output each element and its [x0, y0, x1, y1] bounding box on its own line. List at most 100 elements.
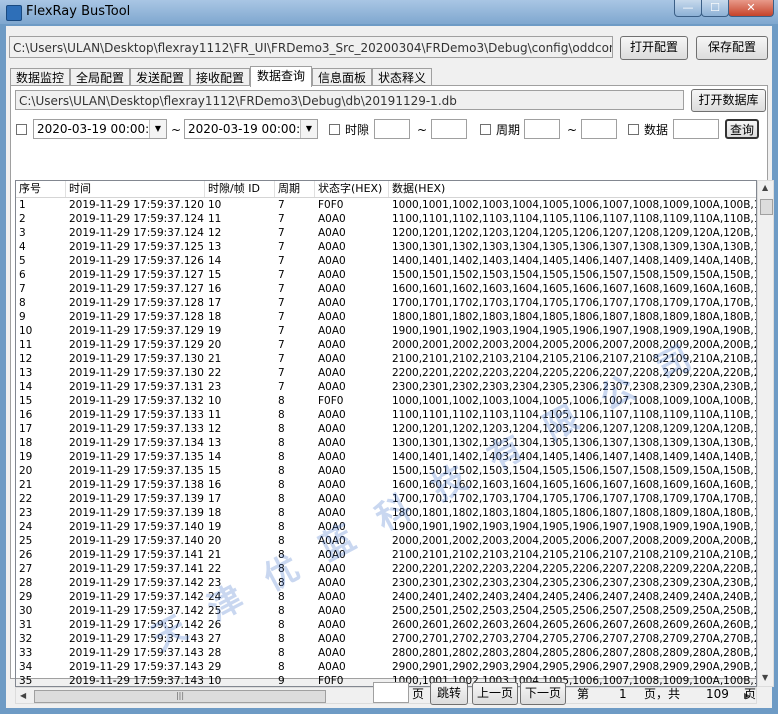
cell-slot-frame-id: 23 — [208, 577, 222, 589]
chevron-down-icon[interactable]: ▼ — [300, 120, 317, 138]
title-bar[interactable]: FlexRay BusTool — ☐ ✕ — [0, 0, 778, 24]
table-row[interactable]: 15 2019-11-29 17:59:37.132 10 8 F0F0 1000,100… — [16, 394, 756, 408]
cell-slot-frame-id: 10 — [208, 199, 222, 211]
column-header-cycle[interactable]: 周期 — [275, 181, 315, 197]
tab-send-config[interactable]: 发送配置 — [130, 68, 190, 86]
chevron-down-icon[interactable]: ▼ — [149, 120, 166, 138]
tab-info-panel[interactable]: 信息面板 — [312, 68, 372, 86]
cell-cycle: 8 — [278, 577, 285, 589]
table-row[interactable]: 25 2019-11-29 17:59:37.140 20 8 A0A0 2000,200… — [16, 534, 756, 548]
table-row[interactable]: 12 2019-11-29 17:59:37.130 21 7 A0A0 2100,210… — [16, 352, 756, 366]
arrow-left-icon[interactable]: ◀ — [20, 691, 26, 700]
table-row[interactable]: 24 2019-11-29 17:59:37.140 19 8 A0A0 1900,190… — [16, 520, 756, 534]
cell-status-word: A0A0 — [318, 549, 346, 561]
table-row[interactable]: 32 2019-11-29 17:59:37.143 27 8 A0A0 2700,270… — [16, 632, 756, 646]
cell-cycle: 8 — [278, 647, 285, 659]
start-time-picker[interactable]: 2020-03-19 00:00:00 ▼ — [33, 119, 167, 139]
table-row[interactable]: 16 2019-11-29 17:59:37.133 11 8 A0A0 1100,110… — [16, 408, 756, 422]
cell-data: 1300,1301,1302,1303,1304,1305,1306,1307,… — [392, 241, 757, 253]
table-row[interactable]: 13 2019-11-29 17:59:37.130 22 7 A0A0 2200,220… — [16, 366, 756, 380]
table-row[interactable]: 20 2019-11-29 17:59:37.135 15 8 A0A0 1500,150… — [16, 464, 756, 478]
slot-filter-checkbox[interactable] — [329, 124, 340, 135]
data-value-input[interactable] — [673, 119, 719, 139]
save-config-button[interactable]: 保存配置 — [696, 36, 768, 60]
table-row[interactable]: 33 2019-11-29 17:59:37.143 28 8 A0A0 2800,280… — [16, 646, 756, 660]
table-row[interactable]: 6 2019-11-29 17:59:37.127 15 7 A0A0 1500,1501… — [16, 268, 756, 282]
cell-index: 19 — [19, 451, 33, 463]
table-row[interactable]: 10 2019-11-29 17:59:37.129 19 7 A0A0 1900,190… — [16, 324, 756, 338]
cell-data: 2000,2001,2002,2003,2004,2005,2006,2007,… — [392, 339, 757, 351]
cell-data: 1400,1401,1402,1403,1404,1405,1406,1407,… — [392, 451, 757, 463]
vertical-scrollbar[interactable]: ▲ ▼ — [757, 180, 774, 687]
next-page-button[interactable]: 下一页 — [520, 682, 566, 705]
time-filter-checkbox[interactable] — [16, 124, 27, 135]
cell-time: 2019-11-29 17:59:37.129 — [69, 325, 204, 337]
table-row[interactable]: 1 2019-11-29 17:59:37.120 10 7 F0F0 1000,1001… — [16, 198, 756, 212]
cell-slot-frame-id: 10 — [208, 395, 222, 407]
table-row[interactable]: 3 2019-11-29 17:59:37.124 12 7 A0A0 1200,1201… — [16, 226, 756, 240]
table-row[interactable]: 17 2019-11-29 17:59:37.133 12 8 A0A0 1200,120… — [16, 422, 756, 436]
table-row[interactable]: 4 2019-11-29 17:59:37.125 13 7 A0A0 1300,1301… — [16, 240, 757, 254]
tab-global-config[interactable]: 全局配置 — [70, 68, 130, 86]
tab-data-query[interactable]: 数据查询 — [250, 66, 312, 87]
table-row[interactable]: 31 2019-11-29 17:59:37.142 26 8 A0A0 2600,260… — [16, 618, 756, 632]
cell-slot-frame-id: 19 — [208, 325, 222, 337]
cell-index: 15 — [19, 395, 33, 407]
cell-time: 2019-11-29 17:59:37.143 — [69, 661, 204, 673]
minimize-button[interactable]: — — [674, 0, 702, 17]
cycle-to-input[interactable] — [581, 119, 617, 139]
data-filter-checkbox[interactable] — [628, 124, 639, 135]
column-header-data[interactable]: 数据(HEX) — [389, 181, 756, 197]
close-button[interactable]: ✕ — [728, 0, 774, 17]
cycle-from-input[interactable] — [524, 119, 560, 139]
end-time-picker[interactable]: 2020-03-19 00:00:00 ▼ — [184, 119, 318, 139]
arrow-up-icon[interactable]: ▲ — [762, 183, 768, 192]
page-number-input[interactable] — [373, 682, 409, 703]
table-row[interactable]: 28 2019-11-29 17:59:37.142 23 8 A0A0 2300,230… — [16, 576, 756, 590]
open-database-button[interactable]: 打开数据库 — [691, 89, 766, 112]
table-row[interactable]: 8 2019-11-29 17:59:37.128 17 7 A0A0 1700,1701… — [16, 296, 756, 310]
query-results-table[interactable]: 序号 时间 时隙/帧 ID 周期 状态字(HEX) 数据(HEX) 1 2019-… — [15, 180, 757, 687]
table-row[interactable]: 11 2019-11-29 17:59:37.129 20 7 A0A0 2000,200… — [16, 338, 757, 352]
cell-time: 2019-11-29 17:59:37.126 — [69, 255, 204, 267]
table-row[interactable]: 23 2019-11-29 17:59:37.139 18 8 A0A0 1800,180… — [16, 506, 756, 520]
table-row[interactable]: 2 2019-11-29 17:59:37.124 11 7 A0A0 1100,1101… — [16, 212, 756, 226]
previous-page-button[interactable]: 上一页 — [472, 682, 518, 705]
open-config-button[interactable]: 打开配置 — [620, 36, 688, 60]
table-row[interactable]: 26 2019-11-29 17:59:37.141 21 8 A0A0 2100,210… — [16, 548, 756, 562]
table-row[interactable]: 34 2019-11-29 17:59:37.143 29 8 A0A0 2900,290… — [16, 660, 756, 674]
tab-data-monitor[interactable]: 数据监控 — [10, 68, 70, 86]
start-time-value: 2020-03-19 00:00:00 — [37, 122, 165, 136]
slot-from-input[interactable] — [374, 119, 410, 139]
table-row[interactable]: 18 2019-11-29 17:59:37.134 13 8 A0A0 1300,130… — [16, 436, 756, 450]
jump-page-button[interactable]: 跳转 — [430, 682, 468, 705]
table-row[interactable]: 27 2019-11-29 17:59:37.141 22 8 A0A0 2200,220… — [16, 562, 756, 576]
column-header-slot-frame-id[interactable]: 时隙/帧 ID — [205, 181, 275, 197]
table-row[interactable]: 19 2019-11-29 17:59:37.135 14 8 A0A0 1400,140… — [16, 450, 757, 464]
table-row[interactable]: 21 2019-11-29 17:59:37.138 16 8 A0A0 1600,160… — [16, 478, 756, 492]
table-row[interactable]: 5 2019-11-29 17:59:37.126 14 7 A0A0 1400,1401… — [16, 254, 756, 268]
column-header-status-word[interactable]: 状态字(HEX) — [315, 181, 389, 197]
table-row[interactable]: 22 2019-11-29 17:59:37.139 17 8 A0A0 1700,170… — [16, 492, 756, 506]
table-row[interactable]: 29 2019-11-29 17:59:37.142 24 8 A0A0 2400,240… — [16, 590, 756, 604]
slot-to-input[interactable] — [431, 119, 467, 139]
column-header-index[interactable]: 序号 — [16, 181, 66, 197]
cycle-filter-checkbox[interactable] — [480, 124, 491, 135]
table-row[interactable]: 30 2019-11-29 17:59:37.142 25 8 A0A0 2500,250… — [16, 604, 756, 618]
database-path-field[interactable]: C:\Users\ULAN\Desktop\flexray1112\FRDemo… — [15, 90, 684, 110]
table-row[interactable]: 9 2019-11-29 17:59:37.128 18 7 A0A0 1800,1801… — [16, 310, 756, 324]
tab-receive-config[interactable]: 接收配置 — [190, 68, 250, 86]
maximize-button[interactable]: ☐ — [701, 0, 729, 17]
search-button[interactable]: 查询 — [725, 119, 759, 139]
table-row[interactable]: 7 2019-11-29 17:59:37.127 16 7 A0A0 1600,1601… — [16, 282, 756, 296]
horizontal-scroll-thumb[interactable]: ||| — [34, 690, 326, 703]
tab-status-definitions[interactable]: 状态释义 — [372, 68, 432, 86]
column-header-time[interactable]: 时间 — [66, 181, 205, 197]
arrow-down-icon[interactable]: ▼ — [762, 673, 768, 682]
config-path-field[interactable]: C:\Users\ULAN\Desktop\flexray1112\FR_UI\… — [9, 36, 613, 58]
cell-cycle: 7 — [278, 367, 285, 379]
cell-slot-frame-id: 18 — [208, 311, 222, 323]
cell-cycle: 8 — [278, 437, 285, 449]
vertical-scroll-thumb[interactable] — [760, 199, 773, 215]
table-row[interactable]: 14 2019-11-29 17:59:37.131 23 7 A0A0 2300,230… — [16, 380, 756, 394]
